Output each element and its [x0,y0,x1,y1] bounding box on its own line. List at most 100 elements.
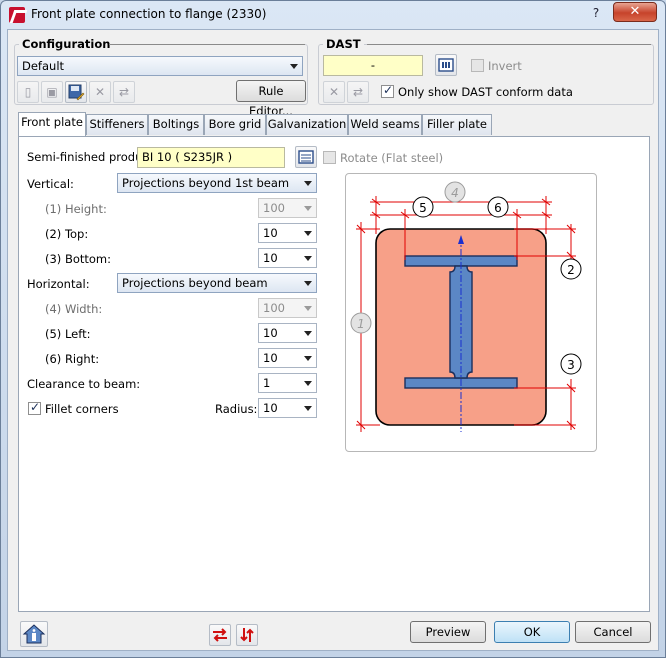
tab-front-plate[interactable]: Front plate [18,112,86,136]
chevron-down-icon [300,274,316,292]
callout-3: 3 [560,353,582,375]
dast-refresh-button[interactable]: ⇄ [347,81,369,103]
invert-label: Invert [488,59,522,73]
fillet-corners-checkbox[interactable] [28,400,41,415]
callout-2-label: 2 [567,263,575,277]
configuration-group-rule [109,44,305,45]
height-select-value: 100 [263,201,285,215]
title-bar[interactable]: Front plate connection to flange (2330) … [1,1,665,29]
chevron-down-icon [300,324,316,342]
dast-group: DAST - Invert ✕ ⇄ Only show DAST conform… [318,37,654,105]
height-label: (1) Height: [45,202,107,216]
front-plate-diagram-svg: 4 5 6 1 2 3 [350,181,582,432]
front-plate-panel: Semi-finished produ BI 10 ( S235JR ) Rot… [18,136,650,612]
dast-browse-button[interactable] [435,54,457,76]
beam-web [449,265,473,379]
top-select-value: 10 [263,226,278,240]
left-select[interactable]: 10 [258,323,317,343]
width-label: (4) Width: [45,302,103,316]
chevron-down-icon [300,299,316,317]
semi-finished-catalog-button[interactable] [295,146,317,168]
callout-6: 6 [487,196,509,218]
callout-1: 1 [350,312,372,334]
vertical-label: Vertical: [27,177,74,191]
dast-group-title: DAST [323,37,364,51]
catalog-icon [438,58,454,72]
semi-finished-field[interactable]: BI 10 ( S235JR ) [137,147,285,168]
tab-bore-grid[interactable]: Bore grid [204,114,266,135]
info-house-icon [22,624,46,644]
clearance-select[interactable]: 1 [258,373,317,393]
configuration-select[interactable]: Default [17,56,303,76]
delete-config-button[interactable]: ✕ [89,81,111,103]
chevron-down-icon [286,57,302,75]
tab-filler-plate[interactable]: Filler plate [422,114,492,135]
close-button[interactable]: ✕ [613,2,657,22]
clearance-select-value: 1 [263,376,271,390]
fillet-corners-label: Fillet corners [45,402,119,416]
callout-5-label: 5 [419,201,427,215]
rotate-flat-steel-checkbox[interactable] [323,151,336,164]
clearance-label: Clearance to beam: [27,377,141,391]
save-config-button[interactable]: ▣ [41,81,63,103]
chevron-down-icon [300,199,316,217]
horizontal-select[interactable]: Projections beyond beam [117,273,317,293]
right-select-value: 10 [263,351,278,365]
delete-icon: ✕ [94,85,106,99]
front-plate-diagram: 4 5 6 1 2 3 [345,173,597,452]
tab-boltings[interactable]: Boltings [148,114,204,135]
only-dast-conform-checkbox[interactable] [381,83,394,98]
width-select[interactable]: 100 [258,298,317,318]
callout-6-label: 6 [494,201,502,215]
chevron-down-icon [300,399,316,417]
preview-button[interactable]: Preview [410,621,486,643]
callout-1-label: 1 [357,317,365,331]
chevron-down-icon [300,249,316,267]
left-select-value: 10 [263,326,278,340]
radius-select[interactable]: 10 [258,398,317,418]
radius-label: Radius: [215,402,258,416]
configuration-group-title: Configuration [19,37,114,51]
catalog-icon [298,150,314,164]
help-button[interactable]: ? [583,4,609,22]
hicad-info-button[interactable] [20,621,48,647]
top-label: (2) Top: [45,227,89,241]
bottom-label: (3) Bottom: [45,252,112,266]
dialog-client-area: Configuration Default ▯ ▣ ✕ ⇄ Rule Edito… [7,29,659,651]
callout-4-label: 4 [451,186,459,200]
right-select[interactable]: 10 [258,348,317,368]
refresh-icon: ⇄ [352,85,364,99]
radius-select-value: 10 [263,401,278,415]
callout-4: 4 [444,181,466,203]
swap-vertical-button[interactable] [236,624,258,646]
delete-icon: ✕ [328,85,340,99]
top-select[interactable]: 10 [258,223,317,243]
swap-horizontal-button[interactable] [209,624,231,646]
rule-editor-button[interactable]: Rule Editor... [236,80,306,118]
chevron-down-icon [300,374,316,392]
tab-weld-seams[interactable]: Weld seams [348,114,422,135]
new-config-button[interactable]: ▯ [17,81,39,103]
vertical-select[interactable]: Projections beyond 1st beam [117,173,317,193]
refresh-config-button[interactable]: ⇄ [113,81,135,103]
semi-finished-value: BI 10 ( S235JR ) [142,150,233,164]
callout-3-label: 3 [567,358,575,372]
vertical-select-value: Projections beyond 1st beam [122,176,290,190]
dast-group-rule [367,44,651,45]
app-logo-icon [9,7,25,23]
dialog-window: Front plate connection to flange (2330) … [0,0,666,658]
ok-button[interactable]: OK [494,621,570,643]
tab-stiffeners[interactable]: Stiffeners [86,114,148,135]
only-dast-conform-label: Only show DAST conform data [398,85,573,99]
semi-finished-label: Semi-finished produ [27,150,143,164]
dast-value-field[interactable]: - [323,55,423,76]
bottom-select[interactable]: 10 [258,248,317,268]
chevron-down-icon [300,349,316,367]
save-as-config-button[interactable] [65,81,87,103]
dast-delete-button[interactable]: ✕ [323,81,345,103]
height-select[interactable]: 100 [258,198,317,218]
invert-checkbox[interactable] [471,59,484,72]
cancel-button[interactable]: Cancel [575,621,651,643]
new-document-icon: ▯ [24,85,32,99]
tab-galvanization[interactable]: Galvanization [266,114,348,135]
